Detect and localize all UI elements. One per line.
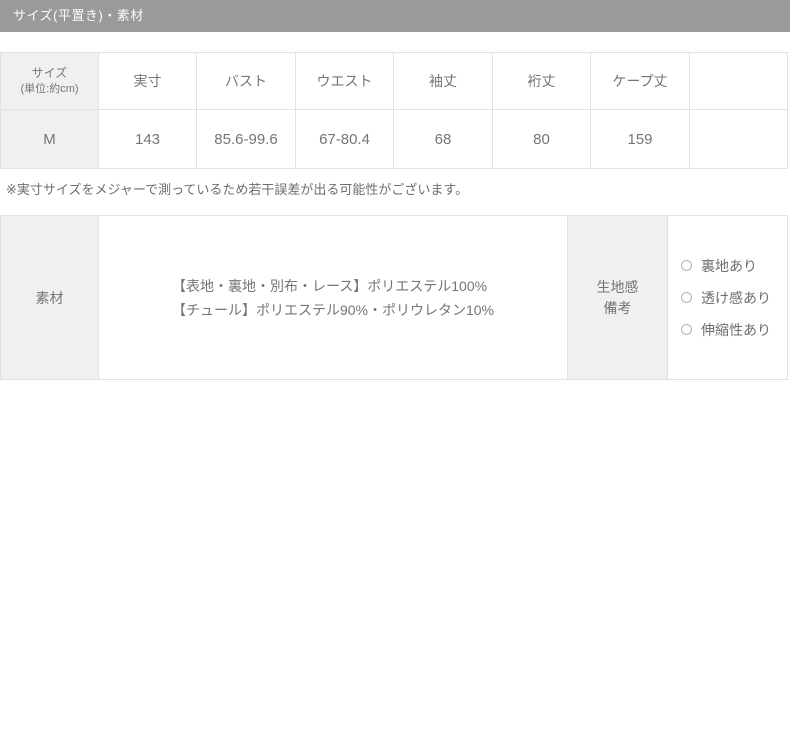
- column-header-waist: ウエスト: [295, 52, 394, 110]
- material-label-cell: 素材: [0, 215, 99, 380]
- column-header-yuki-length: 裄丈: [492, 52, 591, 110]
- value-cell-empty: [689, 109, 788, 169]
- size-table-header-row: サイズ (単位:約cm) 実寸 バスト ウエスト 袖丈 裄丈 ケープ丈: [0, 52, 788, 110]
- material-table-row: 素材 【表地・裏地・別布・レース】ポリエステル100% 【チュール】ポリエステル…: [0, 215, 788, 380]
- size-column-label: サイズ: [31, 66, 68, 80]
- value-cell-bust: 85.6-99.6: [196, 109, 296, 169]
- size-column-unit: (単位:約cm): [20, 83, 79, 95]
- measurement-note: ※実寸サイズをメジャーで測っているため若干誤差が出る可能性がございます。: [6, 182, 469, 197]
- value-cell-jissun: 143: [98, 109, 197, 169]
- material-composition-cell: 【表地・裏地・別布・レース】ポリエステル100% 【チュール】ポリエステル90%…: [98, 215, 568, 380]
- composition-line-2: 【チュール】ポリエステル90%・ポリウレタン10%: [171, 301, 495, 318]
- size-column-header: サイズ (単位:約cm): [0, 52, 99, 110]
- column-header-empty: [689, 52, 788, 110]
- circle-marker-icon: [681, 324, 692, 335]
- column-header-jissun: 実寸: [98, 52, 197, 110]
- section-header: サイズ(平置き)・素材: [0, 0, 790, 32]
- composition-line-1: 【表地・裏地・別布・レース】ポリエステル100%: [171, 277, 488, 294]
- material-composition-lines: 【表地・裏地・別布・レース】ポリエステル100% 【チュール】ポリエステル90%…: [172, 274, 494, 322]
- fabric-options-cell: 裏地あり 透け感あり 伸縮性あり: [667, 215, 788, 380]
- fabric-option-label: 透け感あり: [701, 289, 771, 306]
- material-table: 素材 【表地・裏地・別布・レース】ポリエステル100% 【チュール】ポリエステル…: [0, 215, 788, 380]
- fabric-option-sheerness: 透け感あり: [681, 288, 787, 308]
- section-title: サイズ(平置き)・素材: [13, 8, 144, 23]
- value-cell-cape-length: 159: [590, 109, 690, 169]
- fabric-notes-label-cell: 生地感 備考: [567, 215, 668, 380]
- circle-marker-icon: [681, 292, 692, 303]
- size-name-cell: M: [0, 109, 99, 169]
- fabric-option-stretch: 伸縮性あり: [681, 320, 787, 340]
- circle-marker-icon: [681, 260, 692, 271]
- value-cell-waist: 67-80.4: [295, 109, 394, 169]
- column-header-bust: バスト: [196, 52, 296, 110]
- fabric-label-line-1: 生地感: [596, 278, 639, 295]
- fabric-option-lining: 裏地あり: [681, 256, 787, 276]
- fabric-option-label: 裏地あり: [701, 257, 757, 274]
- fabric-label-line-2: 備考: [603, 299, 632, 316]
- column-header-cape-length: ケープ丈: [590, 52, 690, 110]
- column-header-sleeve-length: 袖丈: [393, 52, 493, 110]
- value-cell-yuki-length: 80: [492, 109, 591, 169]
- size-table: サイズ (単位:約cm) 実寸 バスト ウエスト 袖丈 裄丈 ケープ丈 M 14…: [0, 52, 788, 169]
- fabric-option-label: 伸縮性あり: [701, 321, 771, 338]
- size-table-row-m: M 143 85.6-99.6 67-80.4 68 80 159: [0, 109, 788, 169]
- value-cell-sleeve-length: 68: [393, 109, 493, 169]
